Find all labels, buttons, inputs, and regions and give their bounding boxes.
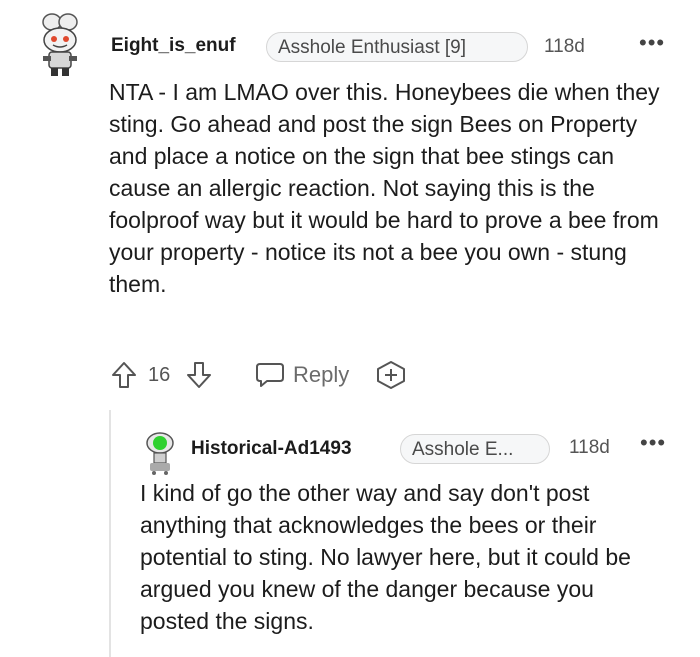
comment-username[interactable]: Eight_is_enuf — [111, 35, 236, 57]
downvote-icon[interactable] — [185, 360, 213, 390]
more-options-icon[interactable]: ••• — [640, 430, 666, 456]
award-plus-icon[interactable] — [375, 360, 407, 390]
reply-bubble-icon[interactable] — [254, 361, 286, 389]
upvote-icon[interactable] — [110, 360, 138, 390]
comment: Eight_is_enuf Asshole Enthusiast [9] 118… — [0, 0, 700, 400]
comment-body: I kind of go the other way and say don't… — [140, 480, 631, 634]
comment-username[interactable]: Historical-Ad1493 — [191, 438, 352, 460]
reply-comment: Historical-Ad1493 Asshole E... 118d ••• … — [110, 410, 700, 657]
user-flair: Asshole Enthusiast [9] — [266, 32, 528, 62]
comment-body: NTA - I am LMAO over this. Honeybees die… — [109, 79, 660, 297]
vote-count: 16 — [148, 364, 171, 386]
more-options-icon[interactable]: ••• — [639, 30, 665, 56]
snoo-avatar-icon[interactable] — [34, 12, 84, 78]
reply-button[interactable]: Reply — [293, 362, 349, 388]
snoo-avatar-icon[interactable] — [143, 429, 177, 475]
comment-age[interactable]: 118d — [569, 437, 610, 459]
comment-age[interactable]: 118d — [544, 36, 585, 58]
user-flair: Asshole E... — [400, 434, 550, 464]
